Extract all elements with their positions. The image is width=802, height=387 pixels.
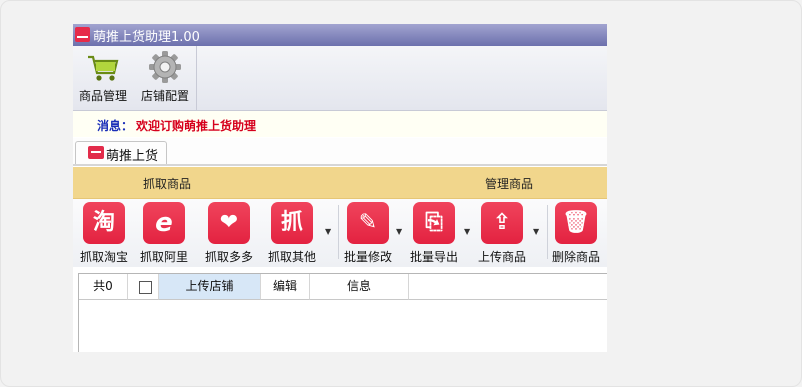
fetch-other-dropdown-icon[interactable]: ▼	[325, 227, 331, 236]
upload-product-button[interactable]: ⇪ 上传商品	[473, 202, 531, 264]
upload-product-dropdown-icon[interactable]: ▼	[533, 227, 539, 236]
batch-edit-dropdown-icon[interactable]: ▼	[396, 227, 402, 236]
delete-product-label: 删除商品	[551, 250, 600, 264]
cart-icon	[88, 55, 119, 81]
column-header-filler	[409, 274, 607, 300]
app-logo-icon	[75, 27, 90, 42]
title-bar: 萌推上货助理1.00	[73, 24, 607, 46]
export-icon: ⎘	[413, 202, 455, 244]
ribbon: 淘 抓取淘宝 e 抓取阿里 ❤ 抓取多多 抓 抓取其他 ▼ ✎ 批量修改 ▼ ⎘…	[73, 199, 607, 267]
fetch-pinduoduo-button[interactable]: ❤ 抓取多多	[200, 202, 258, 264]
window-title: 萌推上货助理1.00	[93, 30, 200, 45]
grab-icon: 抓	[271, 202, 313, 244]
pinduoduo-icon: ❤	[208, 202, 250, 244]
edit-icon: ✎	[347, 202, 389, 244]
gear-icon	[149, 51, 181, 83]
product-management-button[interactable]: 商品管理	[75, 46, 131, 110]
tab-mengtui-upload[interactable]: 萌推上货	[75, 141, 167, 164]
fetch-other-label: 抓取其他	[267, 250, 316, 264]
tab-label: 萌推上货	[106, 149, 159, 164]
trash-icon: 🗑	[555, 202, 597, 244]
fetch-pinduoduo-label: 抓取多多	[204, 250, 253, 264]
row-count: 共0	[79, 274, 128, 300]
tab-strip: 萌推上货	[73, 138, 607, 166]
group-fetch-label: 抓取商品	[143, 177, 192, 191]
message-label: 消息：	[97, 119, 134, 133]
alibaba-icon: e	[143, 202, 185, 244]
taobao-icon: 淘	[83, 202, 125, 244]
batch-export-button[interactable]: ⎘ 批量导出	[405, 202, 463, 264]
batch-export-dropdown-icon[interactable]: ▼	[464, 227, 470, 236]
toolbar-divider	[196, 46, 197, 110]
product-table: 共0 上传店铺 编辑 信息	[78, 273, 607, 352]
batch-edit-label: 批量修改	[343, 250, 392, 264]
store-config-button[interactable]: 店铺配置	[136, 46, 194, 110]
column-header-upload-store[interactable]: 上传店铺	[159, 274, 261, 300]
select-all-checkbox[interactable]	[139, 281, 152, 294]
ribbon-group-header: 抓取商品 管理商品	[73, 167, 607, 199]
group-manage-label: 管理商品	[485, 177, 534, 191]
fetch-alibaba-label: 抓取阿里	[139, 250, 188, 264]
message-bar: 消息： 欢迎订购萌推上货助理	[73, 111, 607, 137]
store-config-label: 店铺配置	[140, 89, 189, 103]
message-text: 欢迎订购萌推上货助理	[136, 119, 257, 133]
fetch-other-button[interactable]: 抓 抓取其他	[263, 202, 321, 264]
batch-export-label: 批量导出	[409, 250, 458, 264]
fetch-alibaba-button[interactable]: e 抓取阿里	[135, 202, 193, 264]
upload-icon: ⇪	[481, 202, 523, 244]
column-header-info[interactable]: 信息	[310, 274, 409, 300]
column-header-edit[interactable]: 编辑	[261, 274, 310, 300]
upload-product-label: 上传商品	[477, 250, 526, 264]
select-all-cell	[128, 274, 159, 300]
product-management-label: 商品管理	[78, 89, 127, 103]
screenshot-frame: 萌推上货助理1.00 商品管理 店铺配置 消息： 欢迎订购萌推上货助理 萌推上货…	[0, 0, 802, 387]
tab-logo-icon	[88, 146, 104, 159]
top-toolbar: 商品管理 店铺配置	[73, 46, 607, 111]
app-window: 萌推上货助理1.00 商品管理 店铺配置 消息： 欢迎订购萌推上货助理 萌推上货…	[73, 24, 607, 352]
delete-product-button[interactable]: 🗑 删除商品	[547, 202, 605, 264]
batch-edit-button[interactable]: ✎ 批量修改	[339, 202, 397, 264]
fetch-taobao-button[interactable]: 淘 抓取淘宝	[75, 202, 133, 264]
